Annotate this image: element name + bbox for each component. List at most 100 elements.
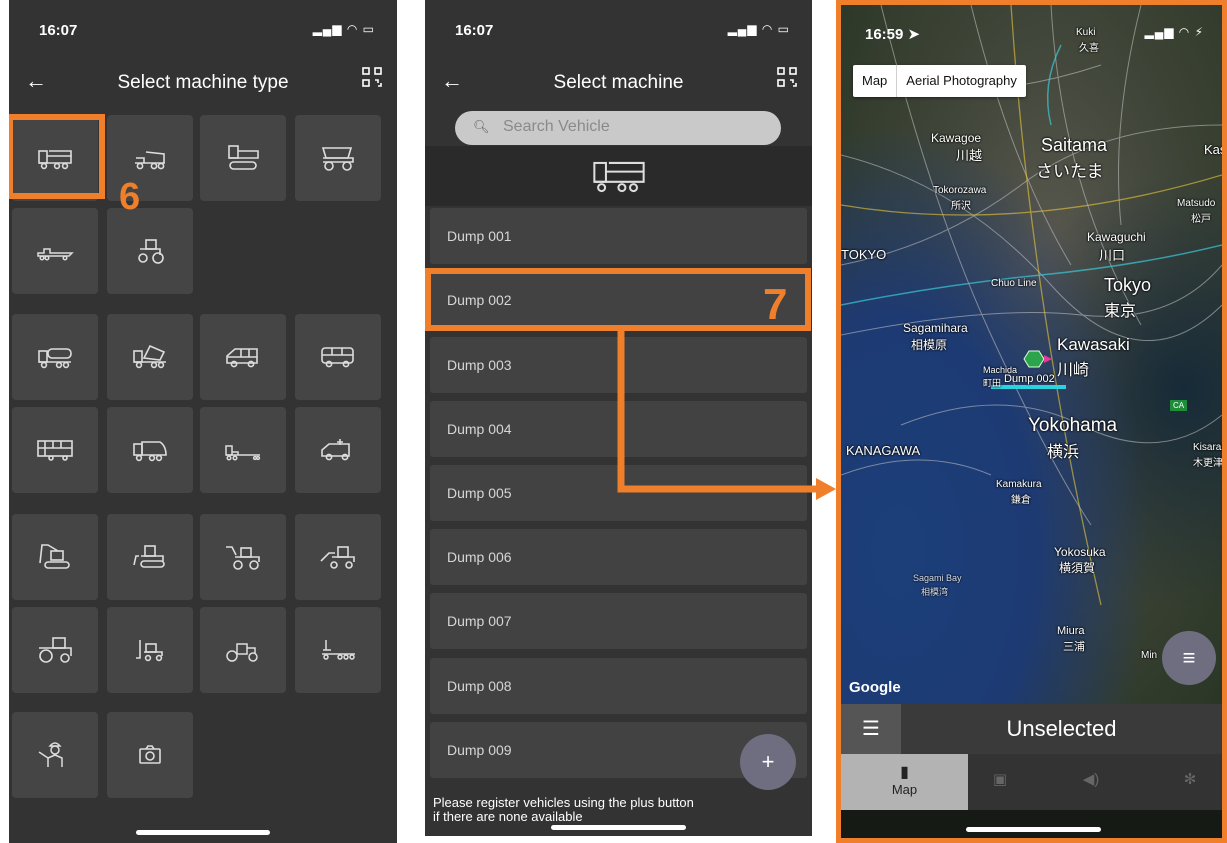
bottom-tab-bar: ▮ Map ▣ ◀) ✻ xyxy=(841,754,1222,810)
excavator-type-tile[interactable] xyxy=(12,514,98,600)
map-label: 町田 xyxy=(983,378,1002,388)
tanker-truck-icon xyxy=(38,348,72,369)
vehicle-name: Dump 008 xyxy=(447,678,512,694)
search-input[interactable]: 🔍︎ Search Vehicle xyxy=(455,111,781,145)
home-indicator xyxy=(966,827,1101,832)
garbage-truck-icon xyxy=(133,441,167,462)
worker-type-tile[interactable] xyxy=(12,712,98,798)
hamburger-icon: ≡ xyxy=(1182,645,1196,670)
status-time-text: 16:59 xyxy=(865,26,904,43)
bulldozer-type-tile[interactable] xyxy=(107,514,193,600)
vehicle-name: Dump 005 xyxy=(447,485,512,501)
wheel-loader-type-tile[interactable] xyxy=(200,514,286,600)
tab-settings[interactable]: ✻ xyxy=(1158,754,1222,826)
tab-map-label: Map xyxy=(891,782,918,797)
map-label: 川越 xyxy=(956,148,983,163)
roller-type-tile[interactable] xyxy=(200,607,286,693)
list-item[interactable]: Dump 007 xyxy=(430,593,807,649)
crane-truck-type-tile[interactable] xyxy=(295,607,381,693)
forklift-icon xyxy=(136,640,163,662)
list-item[interactable]: Dump 005 xyxy=(430,465,807,521)
add-vehicle-button[interactable]: + xyxy=(740,734,796,790)
garbage-truck-type-tile[interactable] xyxy=(107,407,193,493)
list-item[interactable]: Dump 008 xyxy=(430,658,807,714)
list-item[interactable]: Dump 003 xyxy=(430,337,807,393)
backhoe-loader-icon xyxy=(320,546,355,569)
tractor-small-icon xyxy=(138,239,164,264)
tractor-type-tile[interactable] xyxy=(107,208,193,294)
crawler-carrier-type-tile[interactable] xyxy=(200,115,286,201)
minibus-type-tile[interactable] xyxy=(295,314,381,400)
map-type-aerial-button[interactable]: Aerial Photography xyxy=(896,65,1026,97)
home-indicator xyxy=(136,830,270,835)
map-type-map-button[interactable]: Map xyxy=(853,65,896,97)
forklift-type-tile[interactable] xyxy=(107,607,193,693)
satellite-map[interactable]: Kuki 久喜 Kawagoe 川越 Saitama さいたま Kas Toko… xyxy=(841,5,1222,705)
map-type-toggle: Map Aerial Photography xyxy=(853,65,1026,97)
register-hint-line2: if there are none available xyxy=(433,809,583,824)
map-label: Matsudo xyxy=(1177,198,1216,209)
map-label: Kamakura xyxy=(996,479,1042,490)
vehicle-name: Dump 009 xyxy=(447,742,512,758)
register-hint: Please register vehicles using the plus … xyxy=(433,796,694,824)
vehicle-name: Dump 003 xyxy=(447,357,512,373)
mixer-truck-type-tile[interactable] xyxy=(107,314,193,400)
tanker-type-tile[interactable] xyxy=(12,314,98,400)
step-7-label: 7 xyxy=(763,280,788,329)
map-label: さいたま xyxy=(1036,162,1104,181)
qr-scan-icon[interactable] xyxy=(361,66,383,88)
map-label: Tokorozawa xyxy=(933,185,987,196)
selected-machine-status: Unselected xyxy=(1006,716,1117,741)
map-label: Saitama xyxy=(1041,135,1108,155)
map-label: Sagamihara xyxy=(903,321,968,335)
map-label: 三浦 xyxy=(1063,641,1085,653)
menu-fab-button[interactable]: ≡ xyxy=(1162,631,1216,685)
map-label: Chuo Line xyxy=(991,278,1037,289)
bus-icon xyxy=(37,440,73,461)
farm-tractor-type-tile[interactable] xyxy=(12,607,98,693)
low-loader-type-tile[interactable] xyxy=(12,208,98,294)
map-label: 横須賀 xyxy=(1059,561,1096,575)
status-bar: 16:59 ➤ ▂▄▆ ◠ ⚡ xyxy=(841,5,1222,57)
map-label: Yokosuka xyxy=(1054,545,1106,559)
tab-map[interactable]: ▮ Map xyxy=(841,754,968,810)
search-placeholder: Search Vehicle xyxy=(503,118,610,135)
google-logo: Google xyxy=(849,679,901,696)
list-icon[interactable]: ☰ xyxy=(841,704,901,754)
map-label: Kawasaki xyxy=(1057,335,1130,354)
map-label: Kas xyxy=(1204,142,1227,157)
status-time: 16:59 ➤ xyxy=(865,26,921,43)
home-indicator xyxy=(551,825,686,830)
ambulance-type-tile[interactable] xyxy=(295,407,381,493)
vehicle-marker-label[interactable]: Dump 002 xyxy=(1004,373,1055,385)
map-label: 鎌倉 xyxy=(1011,495,1031,506)
backhoe-type-tile[interactable] xyxy=(295,514,381,600)
map-label: KANAGAWA xyxy=(846,443,921,458)
low-loader-icon xyxy=(37,248,74,261)
qr-scan-icon[interactable] xyxy=(776,66,798,88)
status-bar: 16:07 ▂▄▆ ◠ ▭ xyxy=(425,0,812,52)
van-type-tile[interactable] xyxy=(200,314,286,400)
trailer-type-tile[interactable] xyxy=(200,407,286,493)
status-bar: 16:07 ▂▄▆ ◠ ▭ xyxy=(9,0,397,52)
list-item[interactable]: Dump 004 xyxy=(430,401,807,457)
map-label: Sagami Bay xyxy=(913,573,962,583)
camera-type-tile[interactable] xyxy=(107,712,193,798)
off-road-dump-type-tile[interactable] xyxy=(295,115,381,201)
signal-wifi-battery-icon: ▂▄▆ ◠ ▭ xyxy=(727,22,790,36)
map-label: 相模湾 xyxy=(921,587,949,597)
bus-type-tile[interactable] xyxy=(12,407,98,493)
map-label: 相模原 xyxy=(911,338,948,352)
list-item[interactable]: Dump 006 xyxy=(430,529,807,585)
list-item[interactable]: Dump 001 xyxy=(430,208,807,264)
dump-truck-icon xyxy=(593,161,645,193)
flagman-worker-icon xyxy=(38,742,63,767)
vehicle-name: Dump 006 xyxy=(447,549,512,565)
tab-id-card[interactable]: ▣ xyxy=(968,754,1032,826)
mixer-truck-icon xyxy=(133,344,166,369)
map-screen: Kuki 久喜 Kawagoe 川越 Saitama さいたま Kas Toko… xyxy=(836,0,1227,843)
header: ← Select machine xyxy=(425,62,812,106)
crawler-carrier-icon xyxy=(228,145,259,170)
minibus-icon xyxy=(321,347,354,368)
tab-sound[interactable]: ◀) xyxy=(1059,754,1123,826)
